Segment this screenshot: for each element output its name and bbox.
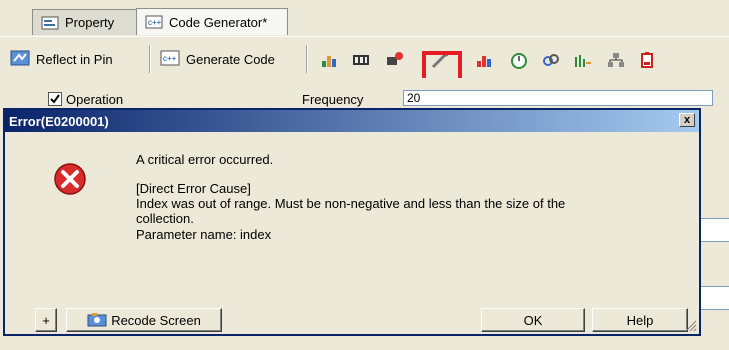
tab-property[interactable]: Property [32,9,148,35]
help-label: Help [626,312,654,328]
frequency-input[interactable]: 20 [403,90,713,106]
camera-icon [87,311,107,330]
ok-label: OK [523,312,543,328]
toolbar: Reflect in Pin c++ Generate Code [0,36,729,79]
close-button[interactable]: x [679,113,695,127]
ok-button[interactable]: OK [481,308,585,332]
dialog-title-bar: Error(E0200001) x [5,110,699,132]
recode-screen-label: Recode Screen [111,312,201,328]
toolbar-separator [149,45,151,73]
frequency-value: 20 [407,91,421,105]
clock-generator-icon[interactable] [319,51,339,69]
message-line-3: Index was out of range. Must be non-nega… [136,196,566,211]
help-button[interactable]: Help [592,308,688,332]
stopwatch-icon[interactable] [509,51,529,69]
dialog-title: Error(E0200001) [9,113,109,129]
expand-button[interactable]: + [35,308,57,332]
generate-code-button[interactable]: c++ Generate Code [160,46,275,72]
generate-code-icon: c++ [160,49,180,70]
expand-label: + [42,312,50,328]
message-line-5: Parameter name: index [136,227,272,242]
resize-grip-icon[interactable] [685,320,697,332]
message-line-1: A critical error occurred. [136,152,274,167]
chart-icon[interactable] [475,51,495,69]
network-icon[interactable] [606,51,626,69]
operation-checkbox[interactable] [48,92,62,106]
message-line-2: [Direct Error Cause] [136,181,251,196]
svg-text:c++: c++ [163,54,177,63]
tab-property-label: Property [65,15,115,30]
frequency-label: Frequency [302,92,364,107]
serial-icon[interactable] [573,51,593,69]
link-icon[interactable] [541,51,561,69]
toolbar-separator [306,45,308,73]
svg-text:c++: c++ [148,18,162,27]
reflect-in-pin-label: Reflect in Pin [36,51,113,67]
tab-strip: Property c++ Code Generator* [0,0,729,36]
operation-label: Operation [66,92,124,107]
recode-screen-button[interactable]: Recode Screen [66,308,222,332]
message-line-4: collection. [136,211,194,226]
tab-code-generator-label: Code Generator* [169,14,268,30]
code-generator-icon: c++ [145,15,163,29]
tab-code-generator[interactable]: c++ Code Generator* [136,8,288,35]
close-icon: x [683,114,691,126]
error-dialog: Error(E0200001) x A critical error occur… [3,108,701,336]
interrupt-icon[interactable] [384,51,404,69]
reflect-icon [10,49,30,70]
timer-icon[interactable] [351,51,371,69]
generate-code-label: Generate Code [186,51,275,67]
error-icon [54,163,86,195]
reflect-in-pin-button[interactable]: Reflect in Pin [10,46,113,72]
battery-icon[interactable] [637,51,657,69]
property-icon [41,16,59,30]
